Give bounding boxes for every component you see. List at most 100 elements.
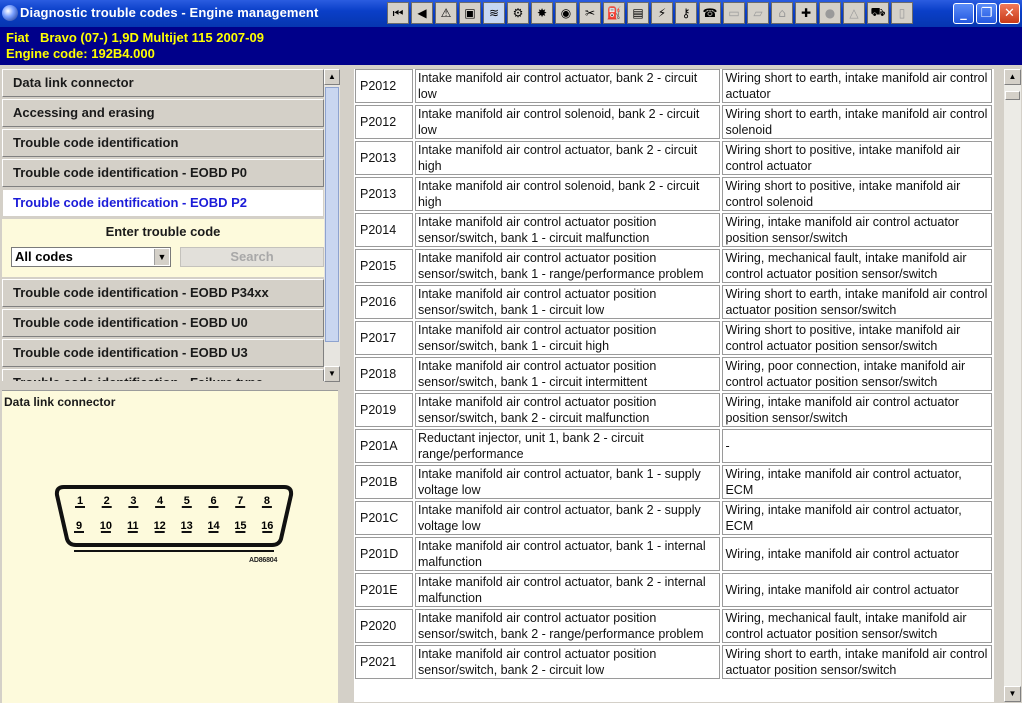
search-panel: Enter trouble code All codes ▼ Search — [2, 219, 324, 277]
description-cell: Intake manifold air control actuator pos… — [414, 645, 721, 679]
brake-icon[interactable]: ⛽ — [603, 2, 625, 24]
table-scrollbar[interactable]: ▲ ▼ — [1004, 69, 1021, 702]
repair-icon[interactable]: ⌂ — [771, 2, 793, 24]
menu-item[interactable]: Trouble code identification — [2, 129, 324, 157]
description-cell: Intake manifold air control actuator, ba… — [414, 141, 721, 175]
menu-item[interactable]: Trouble code identification - EOBD U0 — [2, 309, 324, 337]
scroll-thumb[interactable] — [1005, 91, 1020, 100]
menu-scrollbar[interactable]: ▲ ▼ — [324, 69, 340, 382]
gearbox-icon[interactable]: ⛟ — [867, 2, 889, 24]
pin-label: 8 — [264, 495, 270, 507]
scroll-down-icon[interactable]: ▼ — [324, 366, 340, 382]
warning-icon[interactable]: ⚠ — [435, 2, 457, 24]
menu-item[interactable]: Trouble code identification - EOBD U3 — [2, 339, 324, 367]
table-row: P2018 Intake manifold air control actuato… — [355, 357, 992, 391]
pin-label: 1 — [77, 495, 83, 507]
table-row: P2020 Intake manifold air control actuato… — [355, 609, 992, 643]
cause-cell: Wiring, mechanical fault, intake manifol… — [722, 249, 992, 283]
title-bar: Diagnostic trouble codes - Engine manage… — [0, 0, 1022, 27]
table-row: P201C Intake manifold air control actuato… — [355, 501, 992, 535]
description-cell: Intake manifold air control actuator pos… — [414, 609, 721, 643]
menu-item[interactable]: Trouble code identification - EOBD P34xx — [2, 279, 324, 307]
component-location-icon[interactable]: ▣ — [459, 2, 481, 24]
toolbar: ⏮ ◀ ⚠ ▣ ≋ ⚙ ✸ ◉ ✂ ⛽ ▤ ⚡ ⚷ ☎ ▭ ▱ ⌂ ✚ ● △ ⛟ ▯ — [386, 1, 914, 27]
code-cell: P2016 — [355, 285, 413, 319]
table-row: P2019 Intake manifold air control actuato… — [355, 393, 992, 427]
minimize-button[interactable]: _ — [953, 3, 974, 24]
code-cell: P201A — [355, 429, 413, 463]
description-cell: Intake manifold air control actuator, ba… — [414, 465, 721, 499]
connector-outline — [54, 485, 294, 547]
code-cell: P201D — [355, 537, 413, 571]
code-cell: P2019 — [355, 393, 413, 427]
search-button[interactable]: Search — [180, 247, 324, 267]
code-filter-select[interactable]: All codes ▼ — [11, 247, 171, 267]
description-cell: Reductant injector, unit 1, bank 2 - cir… — [414, 429, 721, 463]
code-cell: P201B — [355, 465, 413, 499]
chevron-down-icon[interactable]: ▼ — [154, 249, 169, 265]
scroll-thumb[interactable] — [325, 87, 339, 342]
pin-label: 3 — [130, 495, 136, 507]
scroll-up-icon[interactable]: ▲ — [1004, 69, 1021, 85]
code-cell: P2013 — [355, 141, 413, 175]
cause-cell: Wiring, intake manifold air control actu… — [722, 501, 992, 535]
notes-icon[interactable]: ▯ — [891, 2, 913, 24]
body-icon[interactable]: ▱ — [747, 2, 769, 24]
description-cell: Intake manifold air control actuator, ba… — [414, 537, 721, 571]
code-cell: P201C — [355, 501, 413, 535]
scroll-up-icon[interactable]: ▲ — [324, 69, 340, 85]
table-row: P2013 Intake manifold air control actuato… — [355, 141, 992, 175]
table-row: P201E Intake manifold air control actuato… — [355, 573, 992, 607]
code-cell: P2014 — [355, 213, 413, 247]
menu-item[interactable]: Accessing and erasing — [2, 99, 324, 127]
description-cell: Intake manifold air control actuator, ba… — [414, 573, 721, 607]
tools-icon[interactable]: ✂ — [579, 2, 601, 24]
engine-icon[interactable]: ⚙ — [507, 2, 529, 24]
pin-label: 4 — [157, 495, 164, 507]
cause-cell: - — [722, 429, 992, 463]
timing-icon[interactable]: ◉ — [555, 2, 577, 24]
results-area: P2012 Intake manifold air control actuato… — [342, 65, 1022, 702]
topic-menu: Data link connector Accessing and erasing… — [2, 69, 324, 381]
back-icon[interactable]: ◀ — [411, 2, 433, 24]
key-icon[interactable]: ⚷ — [675, 2, 697, 24]
table-row: P2015 Intake manifold air control actuato… — [355, 249, 992, 283]
window-title: Diagnostic trouble codes - Engine manage… — [20, 5, 319, 20]
pin-label: 11 — [127, 520, 139, 532]
close-button[interactable]: ✕ — [999, 3, 1020, 24]
table-row: P2012 Intake manifold air control actuato… — [355, 69, 992, 103]
pin-label: 2 — [104, 495, 110, 507]
diagnostic-icon[interactable]: ✚ — [795, 2, 817, 24]
menu-item[interactable]: Trouble code identification - EOBD P2 — [2, 189, 324, 217]
description-cell: Intake manifold air control solenoid, ba… — [414, 105, 721, 139]
battery-icon[interactable]: ▤ — [627, 2, 649, 24]
cause-cell: Wiring short to positive, intake manifol… — [722, 321, 992, 355]
airbag-icon[interactable]: ● — [819, 2, 841, 24]
description-cell: Intake manifold air control actuator pos… — [414, 357, 721, 391]
table-row: P2014 Intake manifold air control actuato… — [355, 213, 992, 247]
service-icon[interactable]: ☎ — [699, 2, 721, 24]
table-row: P2017 Intake manifold air control actuato… — [355, 321, 992, 355]
connector-title: Data link connector — [4, 395, 116, 409]
adjustment-icon[interactable]: ✸ — [531, 2, 553, 24]
electrical-icon[interactable]: ⚡ — [651, 2, 673, 24]
vehicle-name: Fiat Bravo (07-) 1,9D Multijet 115 2007-… — [6, 30, 264, 45]
trouble-code-table: P2012 Intake manifold air control actuato… — [354, 69, 994, 681]
cause-cell: Wiring short to positive, intake manifol… — [722, 141, 992, 175]
menu-item[interactable]: Trouble code identification - EOBD P0 — [2, 159, 324, 187]
cause-cell: Wiring, intake manifold air control actu… — [722, 465, 992, 499]
pin-label: 10 — [100, 520, 112, 532]
cause-cell: Wiring, intake manifold air control actu… — [722, 213, 992, 247]
menu-item[interactable]: Data link connector — [2, 69, 324, 97]
restore-button[interactable]: ❐ — [976, 3, 997, 24]
code-cell: P2013 — [355, 177, 413, 211]
code-cell: P2018 — [355, 357, 413, 391]
car-icon[interactable]: ▭ — [723, 2, 745, 24]
menu-item[interactable]: Trouble code identification - Failure ty… — [2, 369, 324, 381]
hazard-icon[interactable]: △ — [843, 2, 865, 24]
first-page-icon[interactable]: ⏮ — [387, 2, 409, 24]
dtc-icon[interactable]: ≋ — [483, 2, 505, 24]
app-icon[interactable] — [2, 5, 18, 21]
cause-cell: Wiring short to positive, intake manifol… — [722, 177, 992, 211]
scroll-down-icon[interactable]: ▼ — [1004, 686, 1021, 702]
